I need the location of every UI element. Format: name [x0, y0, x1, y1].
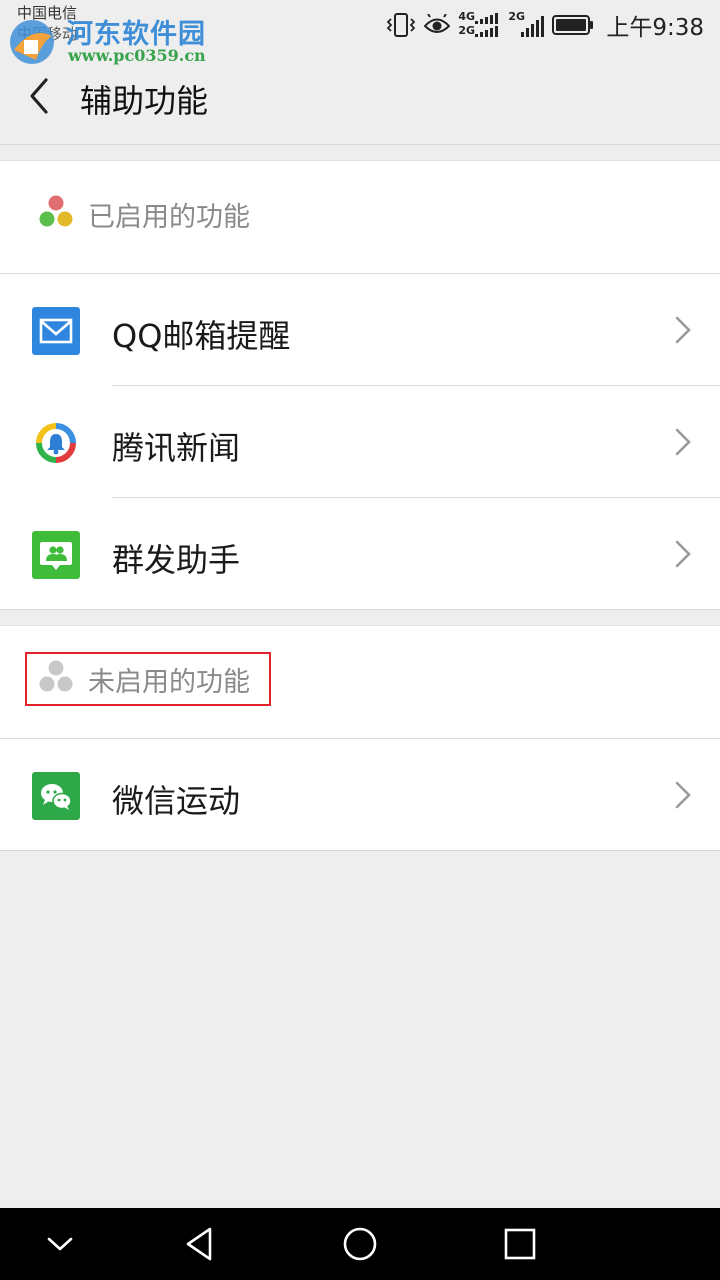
chevron-right-icon — [675, 316, 691, 344]
feature-row-group-message[interactable]: 群发助手 — [0, 498, 720, 610]
wechat-sport-icon — [32, 772, 80, 820]
signal-bars-sim2-icon — [521, 16, 545, 37]
mail-icon — [32, 307, 80, 355]
network-type-1: 4G — [458, 10, 476, 23]
signal-sim2: 2G — [508, 10, 545, 38]
group-message-icon — [32, 531, 80, 579]
status-time: 上午9:38 — [606, 15, 704, 41]
nav-back-triangle-icon[interactable] — [182, 1226, 218, 1262]
annotation-highlight-box — [25, 652, 271, 706]
vibrate-icon — [387, 13, 416, 37]
chevron-right-icon — [675, 428, 691, 456]
feature-label: 腾讯新闻 — [112, 429, 241, 467]
disabled-features-header: 未启用的功能 — [0, 626, 720, 739]
chevron-right-icon — [675, 540, 691, 568]
nav-home-circle-icon[interactable] — [342, 1226, 378, 1262]
enabled-features-label: 已启用的功能 — [88, 202, 250, 233]
back-arrow-icon[interactable] — [22, 76, 58, 116]
feature-label: QQ邮箱提醒 — [112, 317, 291, 355]
nav-recents-square-icon[interactable] — [502, 1226, 538, 1262]
feature-label: 群发助手 — [112, 541, 241, 579]
enabled-features-section: 已启用的功能 QQ邮箱提醒 腾讯新闻 群发助手 — [0, 160, 720, 610]
app-bar: 辅助功能 — [0, 50, 720, 145]
feature-row-wechat-sport[interactable]: 微信运动 — [0, 739, 720, 851]
hide-navbar-chevron-down-icon[interactable] — [42, 1226, 78, 1262]
chevron-right-icon — [675, 781, 691, 809]
tencent-news-icon — [32, 419, 80, 467]
feature-label: 微信运动 — [112, 782, 241, 820]
page-title: 辅助功能 — [80, 82, 209, 120]
feature-row-tencent-news[interactable]: 腾讯新闻 — [0, 386, 720, 498]
enabled-features-header: 已启用的功能 — [0, 161, 720, 274]
battery-icon — [552, 15, 594, 35]
eye-comfort-icon — [424, 14, 451, 33]
status-icons: 4G 2G 2G 上午9:38 — [386, 8, 704, 42]
signal-bars-sim1-icon — [475, 13, 499, 37]
status-bar: 中国电信 中国移动 河东软件园 www.pc0359.cn 4G 2G — [0, 0, 720, 65]
network-type-1b: 2G — [458, 24, 476, 37]
navigation-bar — [0, 1208, 720, 1280]
disabled-features-section: 未启用的功能 微信运动 — [0, 625, 720, 851]
feature-row-qq-mail[interactable]: QQ邮箱提醒 — [0, 274, 720, 386]
signal-sim1: 4G 2G — [458, 10, 500, 38]
enabled-dots-icon — [39, 195, 73, 227]
